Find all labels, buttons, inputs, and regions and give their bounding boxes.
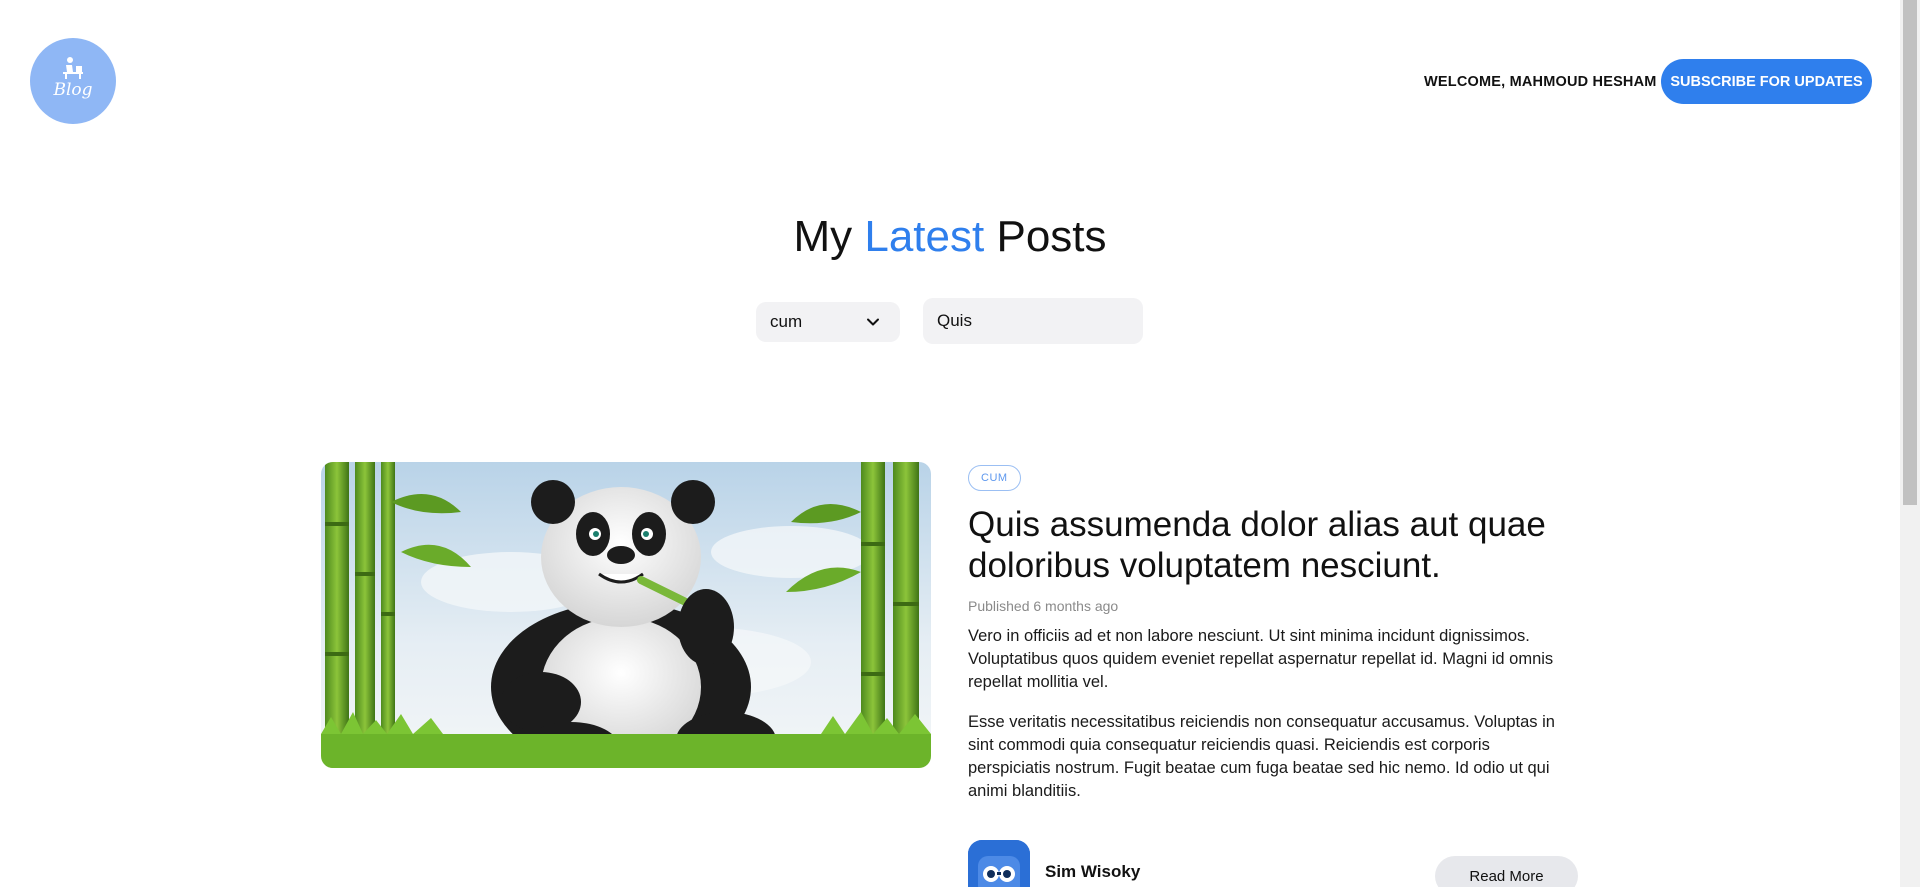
subscribe-button[interactable]: SUBSCRIBE FOR UPDATES [1661,59,1872,104]
page-scrollbar[interactable] [1900,0,1920,887]
post-category-badge[interactable]: CUM [968,465,1021,491]
category-select[interactable]: cum [756,302,900,342]
read-more-button[interactable]: Read More [1435,856,1578,887]
post-excerpt-paragraph-2: Esse veritatis necessitatibus reiciendis… [968,713,1555,800]
title-accent: Latest [864,212,985,261]
post-image[interactable] [321,462,931,768]
scrollbar-thumb[interactable] [1903,0,1917,505]
welcome-message: WELCOME, MAHMOUD HESHAM [1424,74,1657,90]
category-select-value: cum [770,312,803,331]
panda-illustration [321,462,931,768]
title-part-2: Posts [996,212,1107,261]
post-excerpt-paragraph-1: Vero in officiis ad et non labore nesciu… [968,627,1554,691]
search-input[interactable] [923,298,1143,344]
chevron-down-icon [867,318,879,326]
author-name[interactable]: Sim Wisoky [1045,862,1140,882]
robot-avatar-icon [968,840,1030,887]
post-title[interactable]: Quis assumenda dolor alias aut quae dolo… [968,504,1588,586]
blog-logo[interactable]: Blog [30,38,116,124]
title-part-1: My [793,212,853,261]
writer-at-desk-icon [63,57,83,79]
page-title: My Latest Posts [0,212,1900,262]
post-published-date: Published 6 months ago [968,598,1119,614]
author-avatar[interactable] [968,840,1030,887]
logo-text: Blog [53,80,93,100]
page: Blog WELCOME, MAHMOUD HESHAM SUBSCRIBE F… [0,0,1900,887]
